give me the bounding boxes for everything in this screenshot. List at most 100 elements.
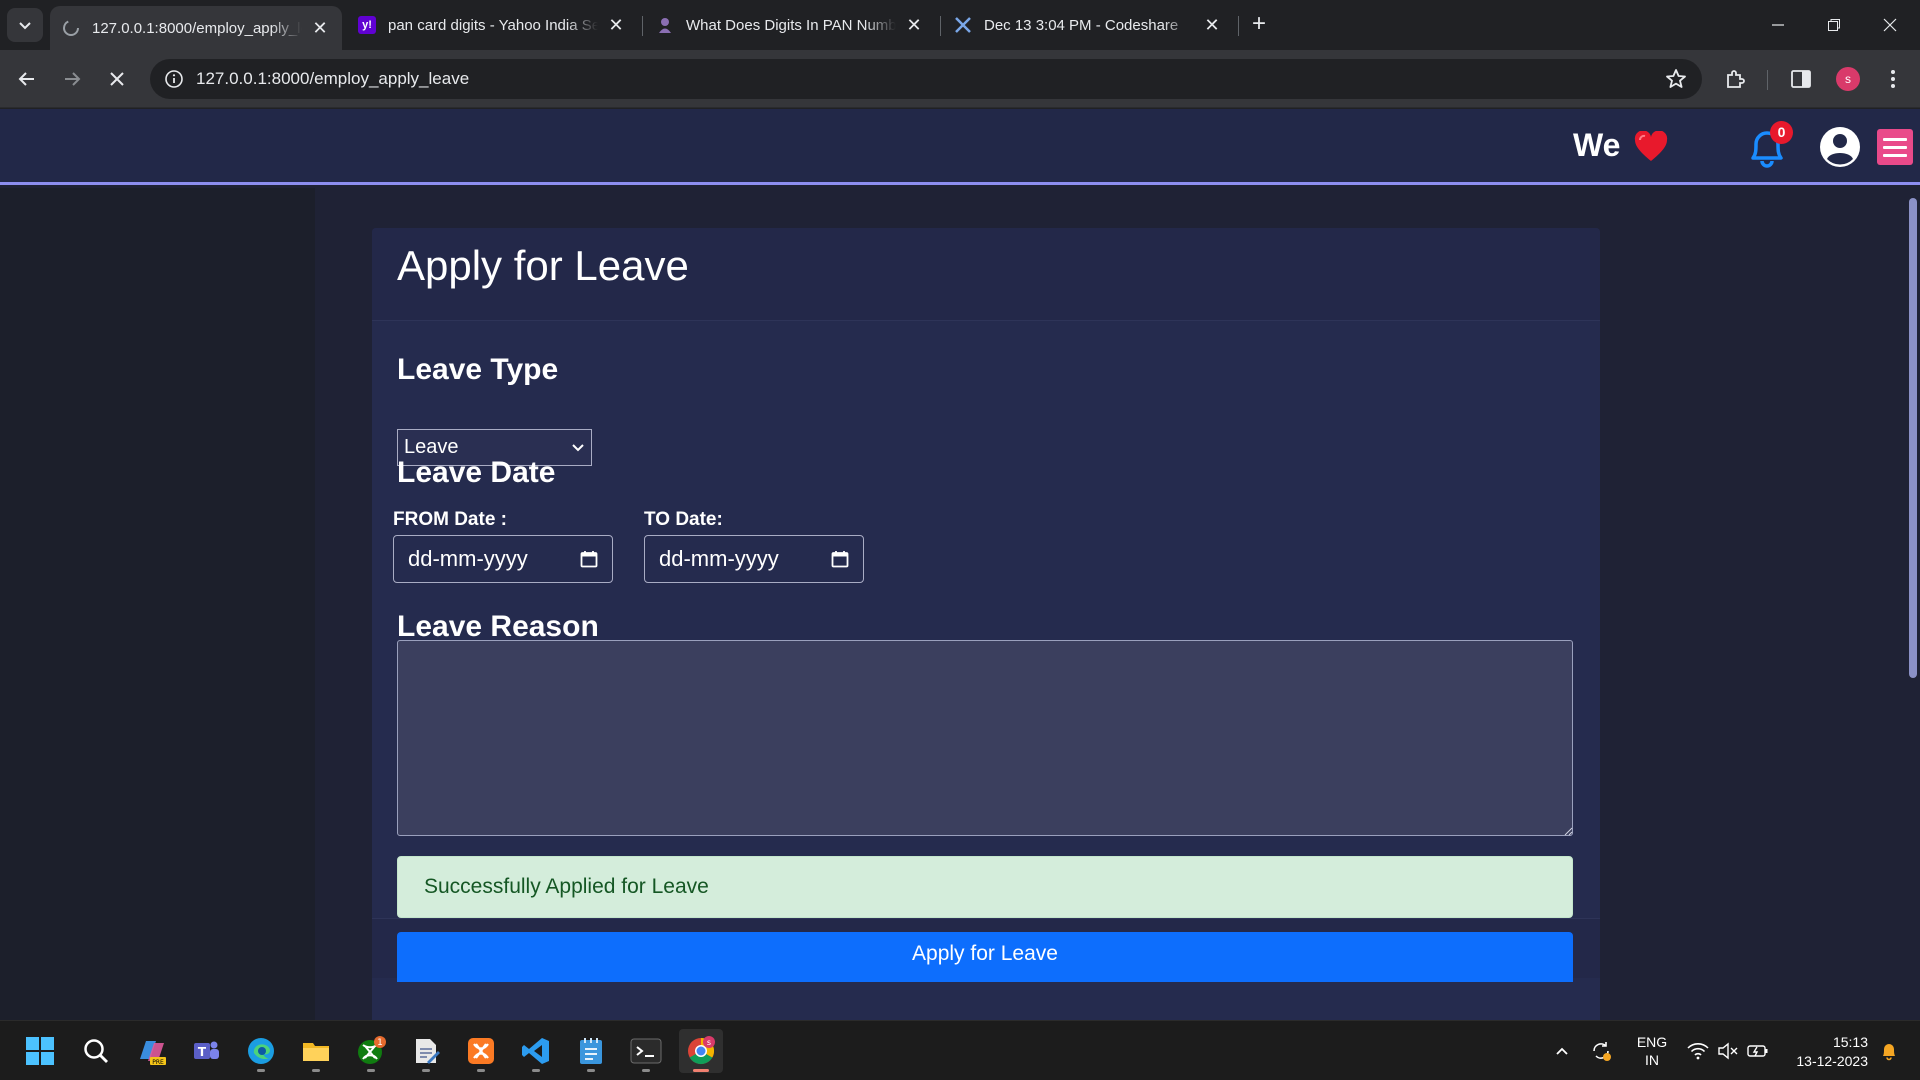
to-date-input[interactable]: dd-mm-yyyy xyxy=(644,535,864,583)
bookmark-star-icon[interactable] xyxy=(1664,67,1688,91)
tab-close-icon[interactable]: ✕ xyxy=(1202,15,1222,36)
tab-title: What Does Digits In PAN Number Mean xyxy=(686,16,896,34)
taskbar-xbox[interactable]: 1 xyxy=(349,1029,393,1073)
show-hidden-icons-chevron-icon[interactable] xyxy=(1548,1021,1576,1080)
arrow-left-icon xyxy=(18,72,34,86)
tab-yahoo-search[interactable]: y! pan card digits - Yahoo India Search … xyxy=(346,6,638,44)
tab-close-icon[interactable]: ✕ xyxy=(904,15,924,36)
wifi-icon[interactable] xyxy=(1684,1021,1712,1080)
browser-toolbar: 127.0.0.1:8000/employ_apply_leave s xyxy=(0,50,1920,108)
forward-button[interactable] xyxy=(54,61,90,97)
tab-codeshare[interactable]: Dec 13 3:04 PM - Codeshare ✕ xyxy=(942,6,1234,44)
running-indicator xyxy=(693,1069,709,1072)
from-date-placeholder: dd-mm-yyyy xyxy=(408,546,528,571)
to-date-placeholder: dd-mm-yyyy xyxy=(659,546,779,571)
arrow-right-icon xyxy=(65,72,81,86)
page-title: Apply for Leave xyxy=(397,242,689,289)
tab-separator xyxy=(1238,16,1239,36)
tab-title: 127.0.0.1:8000/employ_apply_leave xyxy=(92,19,302,37)
chevron-down-icon xyxy=(19,22,31,30)
back-button[interactable] xyxy=(9,61,45,97)
extensions-puzzle-icon[interactable] xyxy=(1721,65,1749,93)
taskbar-file-explorer[interactable] xyxy=(294,1029,338,1073)
chrome-icon: s xyxy=(688,1036,715,1065)
taskbar-copilot-preview[interactable]: PRE xyxy=(130,1029,174,1073)
running-indicator xyxy=(477,1069,485,1072)
new-tab-plus-icon[interactable]: + xyxy=(1245,10,1273,38)
taskbar-notepad-app[interactable] xyxy=(404,1029,448,1073)
document-edit-icon xyxy=(416,1039,440,1064)
windows-start-button[interactable] xyxy=(18,1029,62,1073)
input-language-indicator[interactable]: ENG IN xyxy=(1634,1033,1670,1069)
edge-icon xyxy=(248,1038,274,1064)
tab-close-icon[interactable]: ✕ xyxy=(606,15,626,36)
stop-loading-button[interactable] xyxy=(99,61,135,97)
clock-time: 15:13 xyxy=(1832,1034,1868,1050)
restore-icon[interactable] xyxy=(1806,0,1862,50)
success-alert: Successfully Applied for Leave xyxy=(397,856,1573,918)
to-date-label: TO Date: xyxy=(644,509,723,530)
close-window-icon[interactable] xyxy=(1862,0,1918,50)
info-icon[interactable] xyxy=(162,67,186,91)
running-indicator xyxy=(642,1069,650,1072)
taskbar-notepad[interactable] xyxy=(569,1029,613,1073)
tab-close-icon[interactable]: ✕ xyxy=(310,18,330,39)
taskbar-terminal[interactable] xyxy=(624,1029,668,1073)
running-indicator xyxy=(312,1069,320,1072)
taskbar-vscode[interactable] xyxy=(514,1029,558,1073)
running-indicator xyxy=(367,1069,375,1072)
taskbar-search-button[interactable] xyxy=(74,1029,118,1073)
yahoo-icon: y! xyxy=(358,16,376,34)
page-scrollbar[interactable] xyxy=(1905,188,1920,1020)
person-icon xyxy=(656,16,674,34)
volume-muted-icon[interactable] xyxy=(1714,1021,1742,1080)
scrollbar-thumb[interactable] xyxy=(1909,198,1917,678)
hamburger-menu-button[interactable] xyxy=(1877,129,1913,165)
minimize-icon[interactable] xyxy=(1750,0,1806,50)
system-clock[interactable]: 15:13 13-12-2023 xyxy=(1784,1033,1868,1071)
chevron-down-icon xyxy=(572,443,584,451)
profile-avatar[interactable]: s xyxy=(1836,67,1860,91)
xampp-icon xyxy=(468,1038,494,1064)
running-indicator xyxy=(257,1069,265,1072)
windows-logo-icon xyxy=(26,1037,54,1065)
calendar-icon[interactable] xyxy=(831,550,849,568)
side-panel-icon[interactable] xyxy=(1787,65,1815,93)
user-account-icon[interactable] xyxy=(1818,125,1862,169)
taskbar-edge[interactable] xyxy=(239,1029,283,1073)
language-code: ENG xyxy=(1636,1034,1668,1050)
tab-pan-digits[interactable]: What Does Digits In PAN Number Mean ✕ xyxy=(644,6,936,44)
close-icon xyxy=(110,72,124,86)
card-footer: Apply for Leave xyxy=(372,918,1600,982)
app-header: We 0 xyxy=(0,109,1920,185)
leave-reason-textarea[interactable] xyxy=(397,640,1573,836)
xbox-icon: 1 xyxy=(358,1036,386,1064)
calendar-icon[interactable] xyxy=(580,550,598,568)
running-indicator xyxy=(532,1069,540,1072)
taskbar-chrome[interactable]: s xyxy=(679,1029,723,1073)
notepad-icon xyxy=(580,1038,602,1064)
apply-leave-card: Apply for Leave Leave Type Leave Leave D… xyxy=(372,228,1600,1020)
url-text[interactable]: 127.0.0.1:8000/employ_apply_leave xyxy=(196,69,469,89)
battery-charging-icon[interactable] xyxy=(1744,1021,1772,1080)
taskbar-teams[interactable]: T xyxy=(184,1029,228,1073)
language-region: IN xyxy=(1645,1052,1659,1068)
notification-center-bell-icon[interactable] xyxy=(1874,1021,1904,1080)
notification-badge: 0 xyxy=(1770,121,1793,144)
address-bar[interactable]: 127.0.0.1:8000/employ_apply_leave xyxy=(150,59,1702,99)
apply-for-leave-button[interactable]: Apply for Leave xyxy=(397,932,1573,982)
resize-grip-icon[interactable] xyxy=(1563,826,1573,836)
from-date-input[interactable]: dd-mm-yyyy xyxy=(393,535,613,583)
taskbar-xampp[interactable] xyxy=(459,1029,503,1073)
teams-icon: T xyxy=(194,1041,219,1059)
tab-title: Dec 13 3:04 PM - Codeshare xyxy=(984,16,1179,34)
search-icon xyxy=(84,1039,108,1063)
terminal-icon xyxy=(630,1038,662,1064)
tab-separator xyxy=(940,16,941,36)
tab-employ-apply-leave[interactable]: 127.0.0.1:8000/employ_apply_leave ✕ xyxy=(50,6,342,50)
sidebar xyxy=(0,188,315,1020)
sync-icon[interactable] xyxy=(1586,1021,1616,1080)
toolbar-divider xyxy=(1767,70,1768,90)
tab-search-button[interactable] xyxy=(7,8,43,42)
more-vertical-icon[interactable] xyxy=(1879,65,1907,93)
